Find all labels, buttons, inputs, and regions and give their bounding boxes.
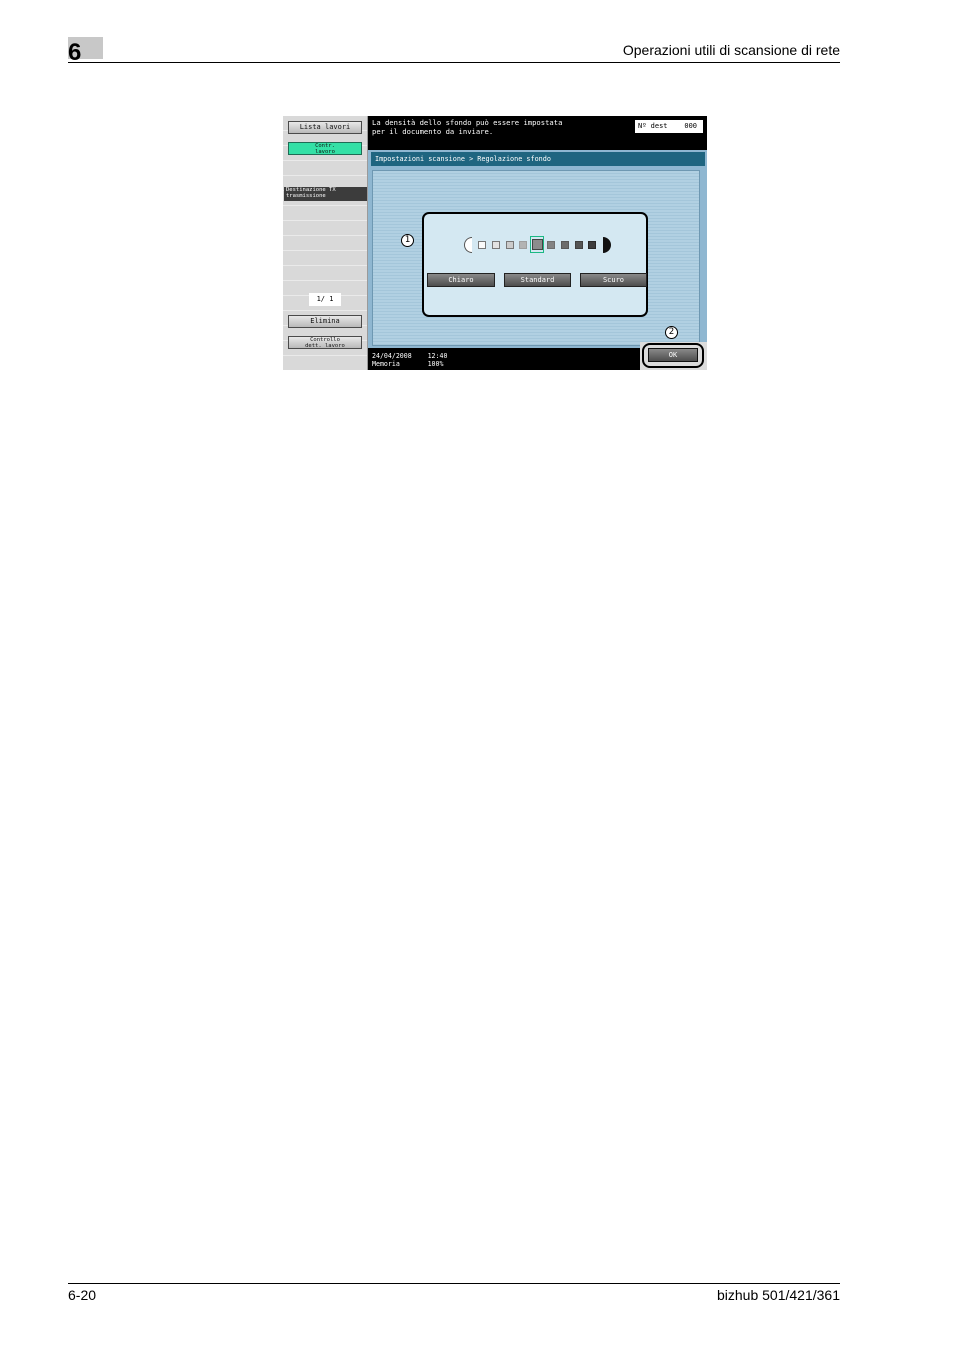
status-bar: 24/04/2008 12:40 Memoria 100% <box>368 348 640 370</box>
density-level-4[interactable] <box>519 241 528 249</box>
footer-rule <box>68 1283 840 1284</box>
chapter-number: 6 <box>68 39 82 66</box>
left-panel: Lista lavori Contr. lavoro Destinazione … <box>283 116 368 370</box>
footer-product: bizhub 501/421/361 <box>717 1287 840 1303</box>
density-level-2[interactable] <box>491 241 500 249</box>
density-level-6[interactable] <box>547 241 555 249</box>
callout-2: 2 <box>665 326 678 339</box>
density-level-9[interactable] <box>588 241 597 249</box>
density-level-7[interactable] <box>560 241 569 249</box>
light-button[interactable]: Chiaro <box>427 273 495 287</box>
dark-button[interactable]: Scuro <box>580 273 647 287</box>
density-dialog <box>422 212 648 317</box>
density-level-1[interactable] <box>478 241 486 249</box>
density-level-3[interactable] <box>505 241 514 249</box>
header-title: Operazioni utili di scansione di rete <box>622 42 840 58</box>
destination-label: Destinazione TX trasmissione <box>284 187 367 201</box>
job-details-button[interactable]: Contr. lavoro <box>288 142 362 155</box>
page-counter: 1/ 1 <box>309 293 341 306</box>
density-level-8[interactable] <box>574 241 583 249</box>
job-check-button[interactable]: Controllo dett. lavoro <box>288 336 362 349</box>
standard-button[interactable]: Standard <box>504 273 571 287</box>
selected-level-frame <box>530 236 544 253</box>
footer-page-number: 6-20 <box>68 1287 97 1303</box>
delete-button[interactable]: Elimina <box>288 315 362 328</box>
ok-button[interactable]: OK <box>648 348 698 362</box>
callout-1: 1 <box>401 234 414 247</box>
message-text: La densità dello sfondo può essere impos… <box>372 118 563 136</box>
breadcrumb: Impostazioni scansione > Regolazione sfo… <box>371 152 705 166</box>
control-panel-screen: Lista lavori Contr. lavoro Destinazione … <box>283 116 707 370</box>
destination-count: Nº dest 000 <box>635 120 703 133</box>
job-list-button[interactable]: Lista lavori <box>288 121 362 134</box>
header-rule <box>68 62 840 63</box>
